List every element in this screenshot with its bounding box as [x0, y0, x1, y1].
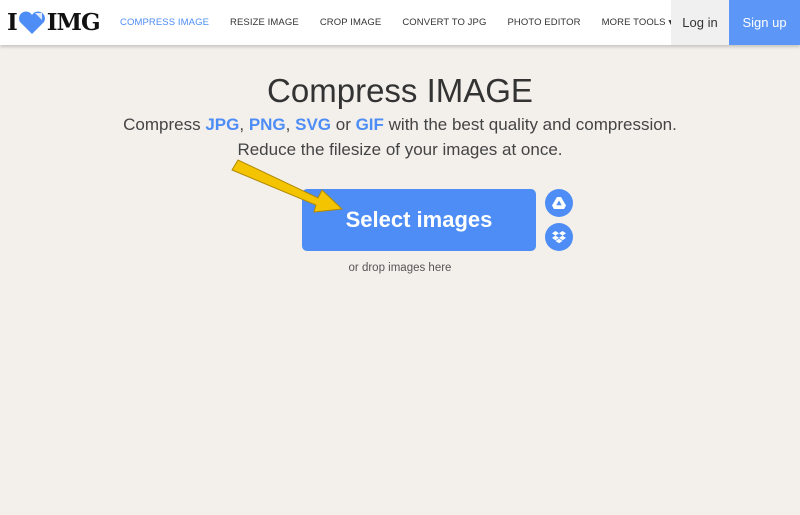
logo-text-i: I	[7, 9, 18, 36]
nav-convert-to-jpg[interactable]: CONVERT TO JPG	[402, 17, 486, 28]
logo-text-img: IMG	[46, 9, 101, 36]
page-title: Compress IMAGE	[267, 72, 533, 109]
select-images-button[interactable]: Select images	[302, 189, 536, 251]
text: or	[331, 115, 356, 134]
text: ,	[239, 115, 249, 134]
format-png: PNG	[248, 115, 286, 134]
google-drive-icon	[552, 197, 566, 209]
drop-hint: or drop images here	[348, 262, 452, 274]
dropbox-icon	[552, 230, 566, 243]
text: ,	[285, 115, 296, 134]
nav-crop-image[interactable]: CROP IMAGE	[320, 17, 382, 28]
subtitle-line-2: Reduce the filesize of your images at on…	[237, 140, 563, 159]
format-gif: GIF	[355, 115, 384, 134]
top-nav: I IMG COMPRESS IMAGE RESIZE IMAGE CROP I…	[0, 0, 800, 45]
format-jpg: JPG	[205, 115, 240, 134]
signup-button[interactable]: Sign up	[729, 0, 800, 45]
subtitle-line-1: Compress JPG, PNG, SVG or GIF with the b…	[0, 115, 800, 135]
google-drive-button[interactable]	[545, 189, 573, 217]
nav-photo-editor[interactable]: PHOTO EDITOR	[507, 17, 580, 28]
heart-icon	[18, 11, 45, 34]
main-menu: COMPRESS IMAGE RESIZE IMAGE CROP IMAGE C…	[120, 0, 694, 45]
text: with the best quality and compression.	[383, 115, 677, 134]
nav-compress-image[interactable]: COMPRESS IMAGE	[120, 17, 209, 28]
format-svg: SVG	[295, 115, 332, 134]
nav-more-tools[interactable]: MORE TOOLS ▾	[602, 17, 674, 28]
login-button[interactable]: Log in	[671, 0, 729, 45]
dropbox-button[interactable]	[545, 223, 573, 251]
logo[interactable]: I IMG	[7, 9, 101, 36]
text: Compress	[123, 115, 206, 134]
nav-resize-image[interactable]: RESIZE IMAGE	[230, 17, 299, 28]
